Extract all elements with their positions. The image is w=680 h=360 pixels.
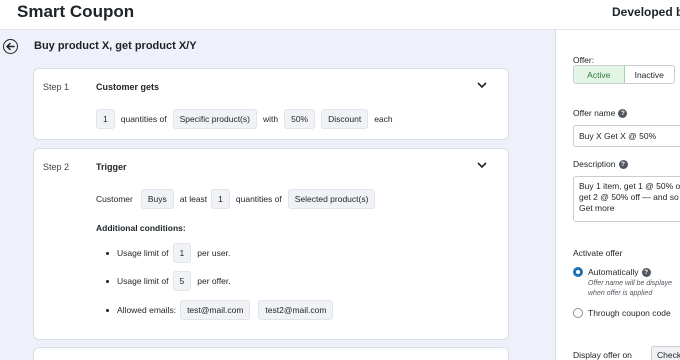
offer-status-toggle[interactable]: Active Inactive — [573, 65, 675, 84]
status-option-active[interactable]: Active — [574, 66, 625, 83]
quantities-of-text: quantities of — [120, 114, 167, 124]
offer-settings-sidebar: Offer: Active Inactive Offer name? Buy X… — [555, 30, 680, 360]
discount-type-select[interactable]: Discount — [321, 109, 369, 129]
step-name: Trigger — [96, 162, 127, 172]
step-1-row: 1 quantities of Specific product(s) with… — [96, 109, 393, 129]
radio-coupon-code[interactable] — [573, 308, 583, 318]
per-user-text: per user. — [197, 248, 231, 258]
offer-name-label: Offer name? — [573, 108, 628, 119]
description-label: Description? — [573, 159, 628, 170]
quantities-of-text: quantities of — [235, 194, 282, 204]
trigger-row: Customer Buys at least 1 quantities of S… — [96, 189, 376, 209]
automatically-label: Automatically? — [588, 267, 651, 278]
help-icon[interactable]: ? — [618, 109, 628, 119]
quantity-field[interactable]: 1 — [96, 109, 115, 129]
usage-limit-user-row: Usage limit of 1 per user. — [106, 243, 230, 263]
description-line: Buy 1 item, get 1 @ 50% o — [579, 181, 680, 191]
usage-limit-label: Usage limit of — [117, 248, 169, 258]
step-2-card: Step 2 Trigger Customer Buys at least 1 … — [33, 148, 509, 340]
hint-line: when offer is applied — [588, 290, 653, 297]
page-title: Buy product X, get product X/Y — [34, 40, 197, 52]
bullet — [106, 308, 109, 312]
status-option-inactive[interactable]: Inactive — [625, 66, 675, 83]
quantity-field[interactable]: 1 — [211, 189, 230, 209]
auto-hint: Offer name will be displaye when offer i… — [588, 279, 672, 299]
usage-limit-label: Usage limit of — [117, 276, 169, 286]
product-select[interactable]: Selected product(s) — [287, 189, 376, 209]
description-line: get 2 @ 50% off — and so — [579, 192, 679, 202]
help-icon[interactable]: ? — [618, 160, 628, 170]
display-offer-select[interactable]: Check — [651, 346, 680, 360]
hint-line: Offer name will be displaye — [588, 280, 673, 287]
step-3-card — [33, 347, 509, 360]
email-tag[interactable]: test2@mail.com — [258, 300, 334, 320]
offer-label: Offer: — [573, 55, 595, 65]
step-1-card: Step 1 Customer gets 1 quantities of Spe… — [33, 68, 509, 140]
chevron-down-icon[interactable] — [477, 162, 487, 169]
description-line: Get more — [579, 203, 615, 213]
usage-limit-user-field[interactable]: 1 — [172, 243, 192, 263]
coupon-code-label: Through coupon code — [588, 308, 671, 318]
top-bar: Smart Coupon Developed by — [0, 0, 680, 30]
at-least-text: at least — [179, 194, 208, 204]
help-icon[interactable]: ? — [641, 268, 651, 278]
bullet — [106, 279, 109, 283]
additional-conditions-title: Additional conditions: — [96, 223, 186, 233]
with-text: with — [262, 114, 279, 124]
radio-automatically[interactable] — [573, 267, 583, 277]
percent-field[interactable]: 50% — [284, 109, 316, 129]
offer-name-text: Offer name — [573, 108, 616, 118]
action-select[interactable]: Buys — [140, 189, 174, 209]
customer-text: Customer — [96, 194, 133, 204]
usage-limit-offer-field[interactable]: 5 — [172, 271, 192, 291]
step-number: Step 1 — [43, 82, 70, 92]
per-offer-text: per offer. — [197, 276, 231, 286]
automatically-text: Automatically — [588, 267, 639, 277]
bullet — [106, 251, 109, 255]
step-number: Step 2 — [43, 162, 70, 172]
offer-name-input[interactable]: Buy X Get X @ 50% — [573, 125, 680, 147]
usage-limit-offer-row: Usage limit of 5 per offer. — [106, 271, 231, 291]
back-arrow-icon[interactable] — [3, 39, 18, 54]
chevron-down-icon[interactable] — [477, 82, 487, 89]
app-title: Smart Coupon — [17, 2, 135, 21]
description-text: Description — [573, 159, 616, 169]
allowed-emails-row: Allowed emails: test@mail.com test2@mail… — [106, 300, 334, 320]
product-select[interactable]: Specific product(s) — [172, 109, 257, 129]
each-text: each — [374, 114, 393, 124]
activate-offer-label: Activate offer — [573, 248, 623, 258]
description-textarea[interactable]: Buy 1 item, get 1 @ 50% o get 2 @ 50% of… — [573, 176, 680, 222]
display-offer-label: Display offer on — [573, 350, 632, 360]
developed-by-label: Developed by — [612, 5, 680, 19]
email-tag[interactable]: test@mail.com — [180, 300, 251, 320]
allowed-emails-label: Allowed emails: — [117, 305, 177, 315]
step-name: Customer gets — [96, 82, 160, 92]
